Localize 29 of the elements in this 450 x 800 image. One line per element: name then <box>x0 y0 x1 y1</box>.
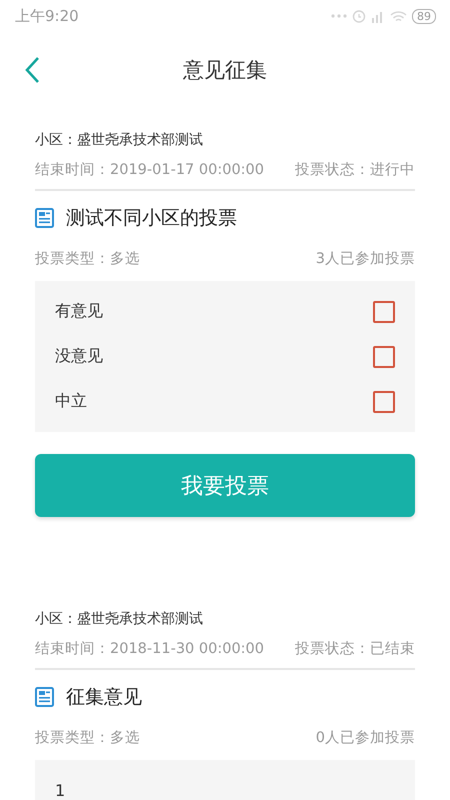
end-time: 结束时间：2019-01-17 00:00:00 <box>35 161 264 180</box>
community-label: 小区：盛世尧承技术部测试 <box>35 610 204 629</box>
checkbox[interactable] <box>373 346 395 368</box>
page-title: 意见征集 <box>183 57 267 84</box>
document-icon <box>35 687 54 707</box>
poll-title: 征集意见 <box>66 685 142 710</box>
option-label: 有意见 <box>55 301 103 322</box>
option-label: 没意见 <box>55 346 103 367</box>
vote-type: 投票类型：多选 <box>35 729 140 748</box>
vote-status: 投票状态：进行中 <box>295 161 415 180</box>
option-label: 1 <box>55 781 66 800</box>
community-label: 小区：盛世尧承技术部测试 <box>35 131 204 150</box>
checkbox[interactable] <box>373 300 395 322</box>
poll-title: 测试不同小区的投票 <box>66 206 237 231</box>
status-time: 上午9:20 <box>15 6 79 26</box>
signal-icon <box>371 10 385 22</box>
document-icon <box>35 208 54 228</box>
end-time: 结束时间：2018-11-30 00:00:00 <box>35 640 264 659</box>
participant-count: 0人已参加投票 <box>316 729 415 748</box>
more-dots-icon <box>331 14 347 18</box>
battery-level: 89 <box>412 8 436 24</box>
option-label: 中立 <box>55 391 87 412</box>
participant-count: 3人已参加投票 <box>316 250 415 269</box>
vote-button[interactable]: 我要投票 <box>35 454 415 517</box>
checkbox[interactable] <box>373 390 395 412</box>
vote-status: 投票状态：已结束 <box>295 640 415 659</box>
vote-type: 投票类型：多选 <box>35 250 140 269</box>
alarm-icon <box>352 9 366 23</box>
wifi-icon <box>390 10 407 22</box>
